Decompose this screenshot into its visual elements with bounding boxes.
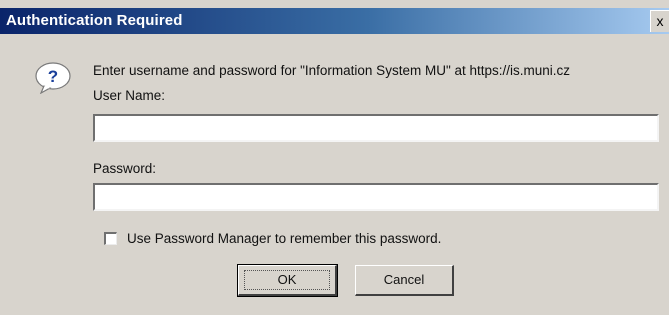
cancel-button[interactable]: Cancel <box>355 265 454 296</box>
password-input[interactable] <box>93 183 659 211</box>
username-label: User Name: <box>93 88 166 103</box>
svg-text:?: ? <box>48 67 58 86</box>
password-label: Password: <box>93 161 157 176</box>
remember-password-label[interactable]: Use Password Manager to remember this pa… <box>127 231 441 246</box>
dialog-title: Authentication Required <box>6 12 183 29</box>
title-bar[interactable]: Authentication Required x <box>0 8 669 34</box>
question-icon: ? <box>35 62 71 94</box>
remember-password-checkbox[interactable] <box>104 232 117 245</box>
cancel-button-label: Cancel <box>383 272 425 287</box>
focus-rect <box>244 270 330 290</box>
ok-button[interactable]: OK <box>237 264 338 297</box>
auth-prompt-text: Enter username and password for "Informa… <box>93 63 571 78</box>
auth-dialog: Authentication Required x ? Enter userna… <box>0 0 669 315</box>
username-input[interactable] <box>93 114 659 142</box>
close-button[interactable]: x <box>650 10 669 32</box>
